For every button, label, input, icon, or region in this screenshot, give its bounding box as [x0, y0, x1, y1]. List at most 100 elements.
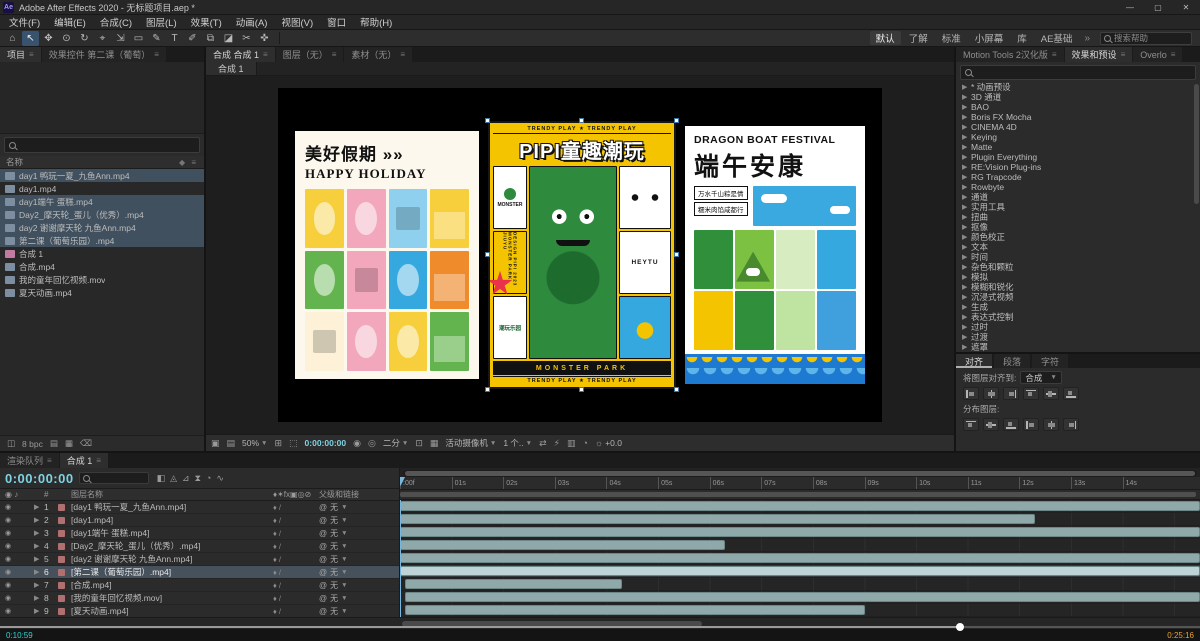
- effects-category[interactable]: ▶ 3D 通道: [956, 92, 1200, 102]
- chevron-right-icon[interactable]: ▶: [962, 293, 968, 301]
- layer-switches[interactable]: ♦ /: [273, 607, 319, 616]
- fast-previews-icon[interactable]: ⚡: [554, 438, 560, 449]
- layer-name[interactable]: [夏天动画.mp4]: [69, 605, 273, 617]
- effects-category[interactable]: ▶ BAO: [956, 102, 1200, 112]
- layer-duration-bar[interactable]: [400, 501, 1200, 511]
- expand-icon[interactable]: ▶: [34, 529, 44, 537]
- effects-search[interactable]: [960, 65, 1196, 80]
- project-item[interactable]: Day2_摩天轮_蛋儿（优秀）.mp4: [0, 208, 204, 221]
- show-snapshot-icon[interactable]: ◎: [368, 438, 376, 449]
- layer-duration-bar[interactable]: [405, 579, 622, 589]
- effects-panel-tab[interactable]: 效果和预设≡: [1065, 47, 1134, 62]
- project-panel-tab[interactable]: 项目≡: [0, 47, 42, 62]
- expand-icon[interactable]: ▶: [34, 581, 44, 589]
- layer-switches[interactable]: ♦ /: [273, 503, 319, 512]
- project-search-input[interactable]: [19, 140, 195, 150]
- player-progress-track[interactable]: [0, 626, 1200, 628]
- timeline-layer-row[interactable]: ◉ ▶ 6 [第二课（葡萄乐园）.mp4] ♦ / @无▼: [0, 566, 399, 579]
- timeline-tab[interactable]: 合成 1≡: [60, 453, 109, 468]
- puppet-pin-tool[interactable]: ✜: [256, 31, 273, 46]
- zoom-tool[interactable]: ⊙: [58, 31, 75, 46]
- timeline-button-icon[interactable]: ▥: [567, 438, 576, 449]
- expand-icon[interactable]: ▶: [34, 568, 44, 576]
- visibility-icon[interactable]: ◉: [0, 516, 34, 524]
- panel-menu-icon[interactable]: ≡: [96, 456, 101, 465]
- expand-icon[interactable]: ▶: [34, 594, 44, 602]
- timeline-layer-row[interactable]: ◉ ▶ 3 [day1端午 蛋糕.mp4] ♦ / @无▼: [0, 527, 399, 540]
- selection-handle[interactable]: [674, 252, 679, 257]
- chevron-right-icon[interactable]: ▶: [962, 263, 968, 271]
- pickwhip-icon[interactable]: @: [319, 542, 327, 551]
- color-depth-button[interactable]: 8 bpc: [22, 439, 43, 449]
- work-area-bar[interactable]: [400, 490, 1200, 500]
- menu-item[interactable]: 视图(V): [274, 15, 320, 29]
- flowchart-icon[interactable]: ◔: [582, 438, 587, 448]
- expand-icon[interactable]: ▶: [34, 516, 44, 524]
- layer-switches[interactable]: ♦ /: [273, 568, 319, 577]
- distribute-left-button[interactable]: [1023, 418, 1039, 431]
- delete-icon[interactable]: ⌫: [80, 438, 92, 449]
- effects-category[interactable]: ▶ 杂色和颗粒: [956, 262, 1200, 272]
- home-tool[interactable]: ⌂: [4, 31, 21, 46]
- work-area-thumb[interactable]: [400, 492, 1196, 497]
- new-comp-icon[interactable]: ▦: [65, 438, 73, 449]
- visibility-icon[interactable]: ◉: [0, 542, 34, 550]
- composition-mini-flowchart-icon[interactable]: ◧: [157, 473, 166, 484]
- effects-category[interactable]: ▶ 沉浸式视频: [956, 292, 1200, 302]
- visibility-icon[interactable]: ◉: [0, 529, 34, 537]
- effects-category[interactable]: ▶ RE:Vision Plug-ins: [956, 162, 1200, 172]
- effects-category[interactable]: ▶ RG Trapcode: [956, 172, 1200, 182]
- chevron-right-icon[interactable]: ▶: [962, 333, 968, 341]
- workspace-overflow-icon[interactable]: »: [1080, 33, 1094, 44]
- selection-handle[interactable]: [674, 387, 679, 392]
- panel-menu-icon[interactable]: ≡: [263, 50, 268, 59]
- region-of-interest-icon[interactable]: ⊡: [415, 438, 423, 449]
- player-scrubber-knob[interactable]: [956, 623, 964, 631]
- exposure-control[interactable]: ☼+0.0: [595, 438, 622, 448]
- viewer-tab[interactable]: 合成 合成 1≡: [206, 47, 276, 62]
- viewer-tab[interactable]: 图层（无）≡: [276, 47, 345, 62]
- chevron-right-icon[interactable]: ▶: [962, 123, 968, 131]
- pickwhip-icon[interactable]: @: [319, 516, 327, 525]
- workspace-tab[interactable]: 库: [1011, 31, 1033, 45]
- viewer-tab[interactable]: 素材（无）≡: [344, 47, 413, 62]
- chevron-right-icon[interactable]: ▶: [962, 343, 968, 351]
- chevron-right-icon[interactable]: ▶: [962, 323, 968, 331]
- layer-name[interactable]: [day2 谢谢摩天轮 九鱼Ann.mp4]: [69, 553, 273, 565]
- roto-brush-tool[interactable]: ✂: [238, 31, 255, 46]
- grid-guides-icon[interactable]: ⊞: [274, 438, 282, 449]
- label-color-chip[interactable]: [58, 543, 65, 550]
- pixel-aspect-icon[interactable]: ⇄: [539, 438, 547, 449]
- chevron-right-icon[interactable]: ▶: [962, 203, 968, 211]
- layer-switches[interactable]: ♦ /: [273, 529, 319, 538]
- layer-switches[interactable]: ♦ /: [273, 516, 319, 525]
- layer-duration-bar[interactable]: [400, 566, 1200, 576]
- effects-category[interactable]: ▶ Plugin Everything: [956, 152, 1200, 162]
- distribute-top-button[interactable]: [963, 418, 979, 431]
- layer-duration-bar[interactable]: [405, 605, 864, 615]
- chevron-right-icon[interactable]: ▶: [962, 183, 968, 191]
- layer-name[interactable]: [day1 鸭玩一夏_九鱼Ann.mp4]: [69, 501, 273, 513]
- menu-item[interactable]: 效果(T): [184, 15, 229, 29]
- effects-category[interactable]: ▶ Matte: [956, 142, 1200, 152]
- project-item[interactable]: 我的童年回忆视频.mov: [0, 273, 204, 286]
- resolution-dropdown[interactable]: 二分▼: [383, 437, 408, 449]
- time-navigator-thumb[interactable]: [405, 471, 1195, 476]
- camera-tool[interactable]: ⌖: [94, 31, 111, 46]
- parent-link-dropdown[interactable]: @无▼: [319, 580, 399, 591]
- menu-item[interactable]: 帮助(H): [353, 15, 399, 29]
- pickwhip-icon[interactable]: @: [319, 555, 327, 564]
- chevron-right-icon[interactable]: ▶: [962, 213, 968, 221]
- layer-name[interactable]: [day1.mp4]: [69, 515, 273, 525]
- project-list-header[interactable]: 名称 ◆ ≡: [0, 156, 204, 169]
- effects-category[interactable]: ▶ CINEMA 4D: [956, 122, 1200, 132]
- align-right-button[interactable]: [1003, 387, 1019, 400]
- label-color-chip[interactable]: [58, 504, 65, 511]
- effects-panel-tab[interactable]: Overlo≡: [1133, 47, 1183, 62]
- effects-scrollbar[interactable]: [1194, 84, 1199, 204]
- panel-menu-icon[interactable]: ≡: [47, 456, 52, 465]
- panel-menu-icon[interactable]: ≡: [1171, 50, 1176, 59]
- pickwhip-icon[interactable]: @: [319, 607, 327, 616]
- timeline-tab[interactable]: 渲染队列≡: [0, 453, 60, 468]
- effects-category[interactable]: ▶ 过时: [956, 322, 1200, 332]
